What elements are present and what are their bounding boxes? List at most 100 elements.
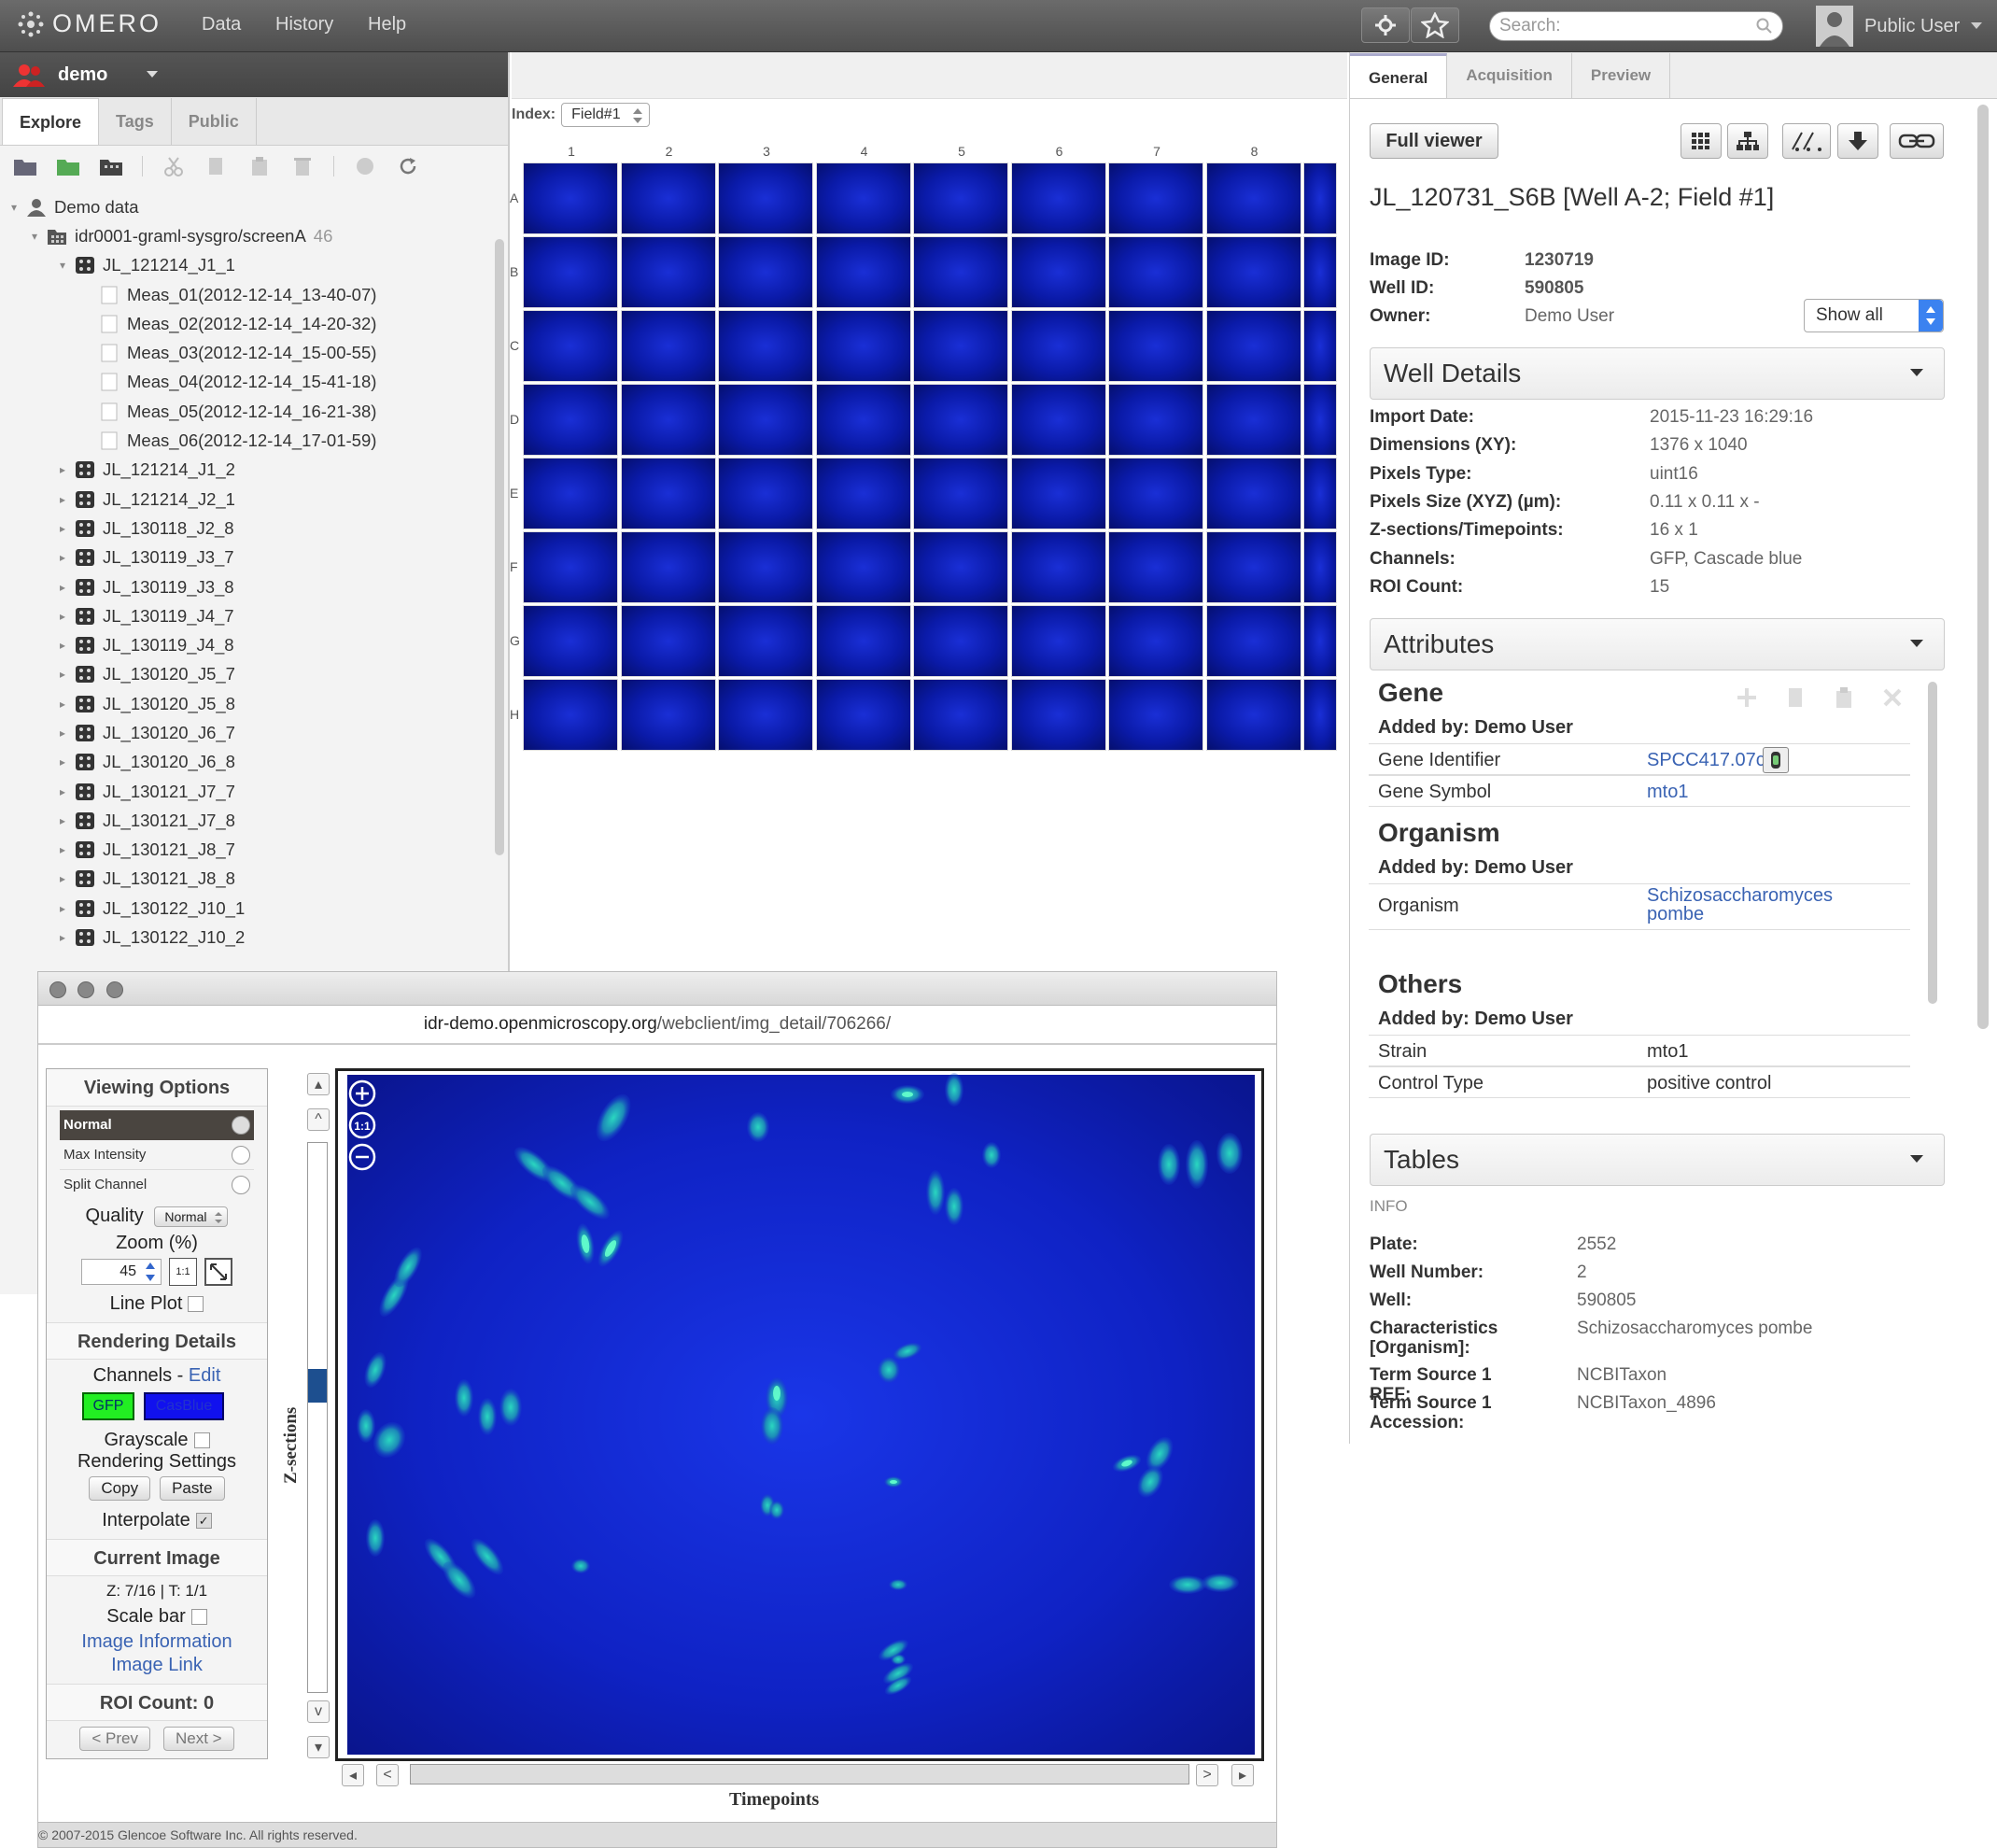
plate-well[interactable] [620,384,716,456]
plate-well[interactable] [913,162,1008,234]
plate-well[interactable] [815,531,911,603]
tree-node[interactable]: ▸ JL_130120_J6_7 [0,718,495,747]
z-slider-thumb[interactable] [308,1368,327,1403]
expand-arrow-closed-icon[interactable]: ▸ [56,551,69,564]
copy-icon[interactable] [1783,685,1807,710]
expand-arrow-closed-icon[interactable]: ▸ [56,522,69,535]
plate-well[interactable] [1010,384,1106,456]
omero-logo[interactable]: OMERO [17,9,162,38]
plate-well[interactable] [523,310,618,382]
tab-public[interactable]: Public [172,98,257,145]
plate-well[interactable] [1303,310,1337,382]
paste-settings-button[interactable]: Paste [160,1476,225,1501]
tree-node[interactable]: Meas_06(2012-12-14_17-01-59) [0,426,495,455]
plate-well[interactable] [815,236,911,308]
plate-well[interactable] [1010,679,1106,751]
plate-well[interactable] [1303,236,1337,308]
plate-well[interactable] [1010,605,1106,677]
radio[interactable] [232,1146,250,1164]
next-button[interactable]: Next > [163,1727,234,1751]
tree-scrollbar[interactable] [495,239,504,855]
plate-well[interactable] [620,605,716,677]
user-menu[interactable]: Public User [1816,6,1983,47]
tree-node[interactable]: Meas_03(2012-12-14_15-00-55) [0,338,495,367]
plate-well[interactable] [913,605,1008,677]
plate-well[interactable] [815,605,911,677]
tree-node[interactable]: ▸ JL_130121_J8_7 [0,836,495,865]
tree-node[interactable]: ▸ JL_130122_J10_2 [0,923,495,952]
close-icon[interactable] [1880,685,1905,710]
scripts-button[interactable] [1411,7,1459,43]
plate-well[interactable] [620,310,716,382]
attributes-scrollbar[interactable] [1928,682,1937,1004]
line-plot-checkbox[interactable] [188,1296,204,1313]
tree-node[interactable]: ▸ JL_130120_J5_7 [0,660,495,689]
plate-well[interactable] [913,531,1008,603]
expand-arrow-closed-icon[interactable]: ▸ [56,581,69,594]
plate-well[interactable] [1108,162,1203,234]
well-details-header[interactable]: Well Details [1370,347,1945,400]
gene-chip-icon[interactable] [1763,747,1789,773]
tree-node[interactable]: Meas_04(2012-12-14_15-41-18) [0,368,495,397]
z-last-button[interactable]: ▾ [307,1736,330,1758]
paste-icon[interactable] [247,156,272,176]
plate-well[interactable] [1303,458,1337,529]
share-globe-icon[interactable] [353,156,377,176]
grid-view-button[interactable] [1681,123,1722,159]
refresh-icon[interactable] [396,156,420,176]
window-zoom-button[interactable] [106,981,123,998]
timepoint-slider[interactable] [410,1764,1189,1785]
link-button[interactable] [1890,123,1944,159]
expand-arrow-open-icon[interactable]: ▾ [7,201,21,214]
z-up-button[interactable]: ^ [307,1108,330,1131]
scale-bar-checkbox[interactable] [190,1609,207,1626]
expand-arrow-closed-icon[interactable]: ▸ [56,843,69,856]
tab-explore[interactable]: Explore [2,98,100,145]
plate-well[interactable] [815,162,911,234]
expand-arrow-open-icon[interactable]: ▾ [56,259,69,272]
window-minimize-button[interactable] [77,981,94,998]
plate-well[interactable] [1010,310,1106,382]
plate-well[interactable] [620,531,716,603]
expand-arrow-closed-icon[interactable]: ▸ [56,727,69,740]
plate-well[interactable] [620,236,716,308]
plate-well[interactable] [913,236,1008,308]
z-section-slider[interactable] [307,1142,328,1693]
attributes-header[interactable]: Attributes [1370,618,1945,670]
plate-well[interactable] [1205,384,1301,456]
plate-well[interactable] [523,236,618,308]
expand-arrow-open-icon[interactable]: ▾ [28,230,41,243]
tree-node[interactable]: Meas_02(2012-12-14_14-20-32) [0,309,495,338]
tree-node[interactable]: ▸ JL_121214_J2_1 [0,485,495,514]
plate-well[interactable] [1108,531,1203,603]
plate-well[interactable] [1205,679,1301,751]
expand-arrow-closed-icon[interactable]: ▸ [56,902,69,915]
tree-node[interactable]: ▸ JL_130119_J4_8 [0,630,495,659]
plate-well[interactable] [1303,384,1337,456]
plate-well[interactable] [523,605,618,677]
publish-button[interactable] [1782,123,1831,159]
plate-well[interactable] [1303,605,1337,677]
plate-well[interactable] [1205,531,1301,603]
t-first-button[interactable]: ◂ [342,1764,364,1786]
expand-arrow-closed-icon[interactable]: ▸ [56,668,69,681]
plate-well[interactable] [718,236,813,308]
tree-node[interactable]: ▸ JL_130119_J4_7 [0,601,495,630]
channels-edit-link[interactable]: Edit [189,1365,220,1386]
tree-node[interactable]: Meas_05(2012-12-14_16-21-38) [0,397,495,426]
plate-well[interactable] [1108,384,1203,456]
tree-node[interactable]: ▾ JL_121214_J1_1 [0,251,495,280]
microscopy-image[interactable]: 1:1 [335,1068,1264,1761]
plate-well[interactable] [1010,458,1106,529]
tree-node[interactable]: ▸ JL_130121_J7_7 [0,777,495,806]
tables-header[interactable]: Tables [1370,1134,1945,1186]
plate-well[interactable] [718,458,813,529]
plate-well[interactable] [718,162,813,234]
plate-well[interactable] [1108,236,1203,308]
new-screen-icon[interactable] [99,156,123,176]
prev-button[interactable]: < Prev [79,1727,150,1751]
settings-button[interactable] [1361,7,1410,43]
plate-well[interactable] [718,679,813,751]
plate-well[interactable] [1303,162,1337,234]
plate-well[interactable] [620,458,716,529]
